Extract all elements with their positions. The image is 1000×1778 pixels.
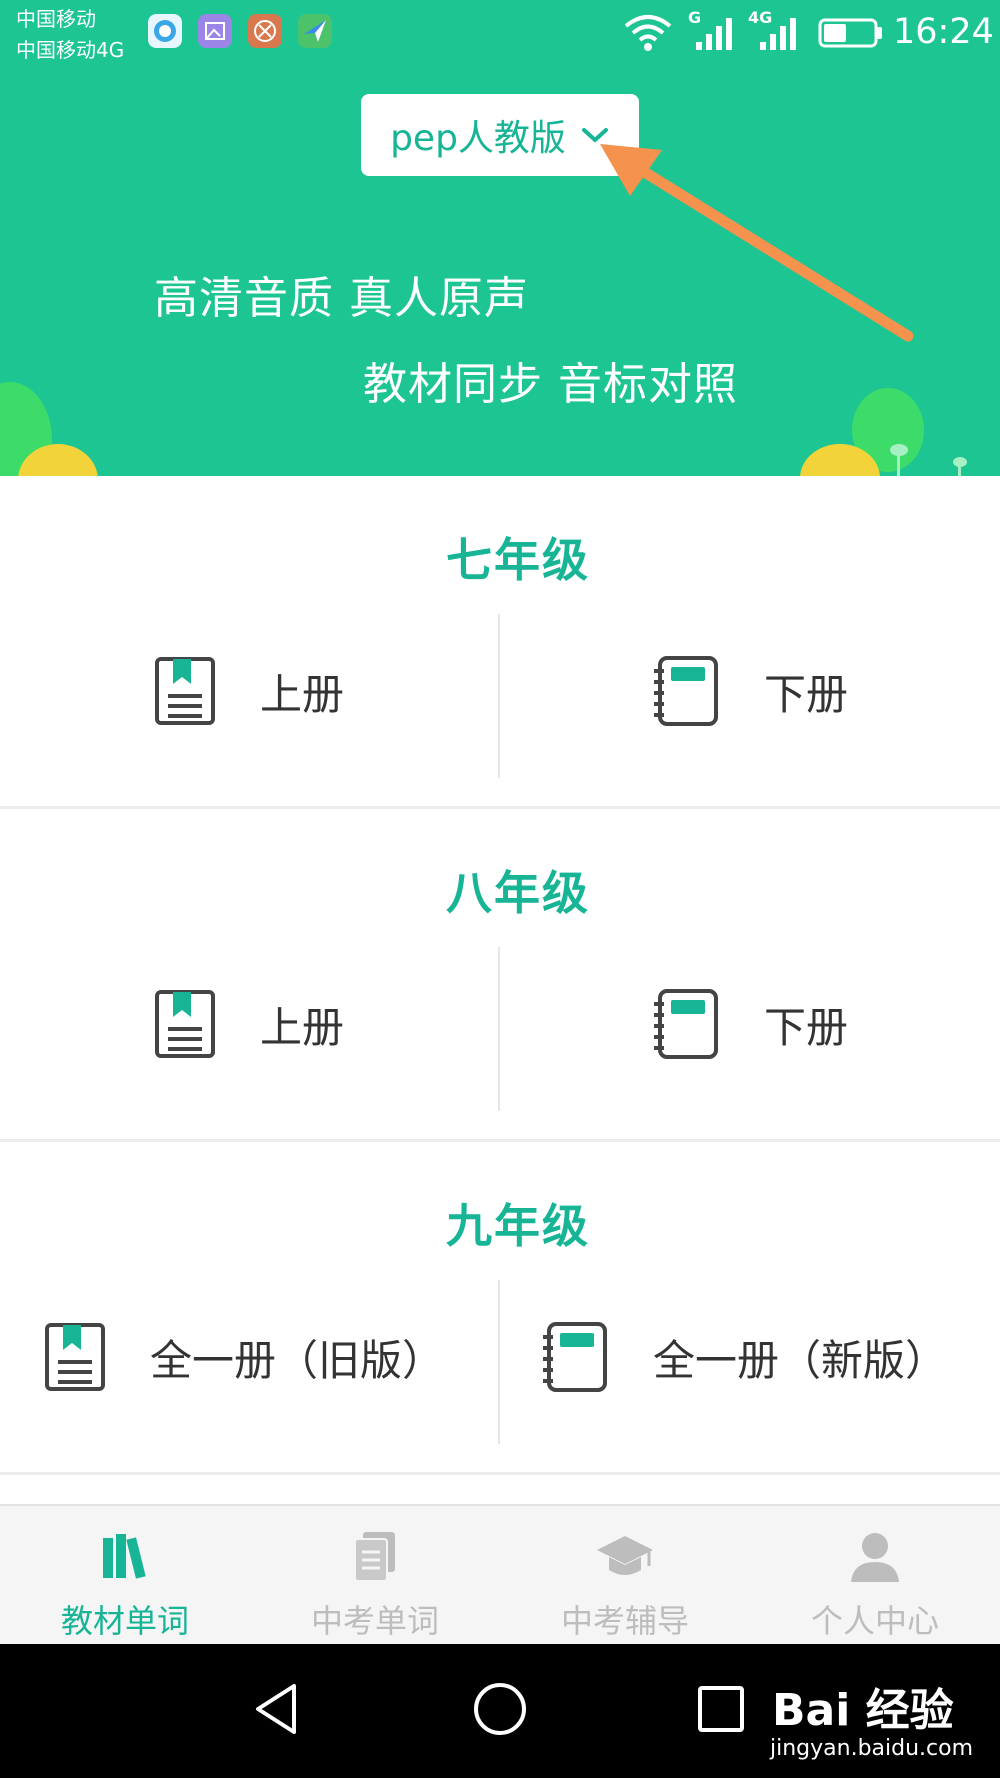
graduation-cap-icon [597, 1536, 653, 1575]
system-navigation-bar: Bai 经验 jingyan.baidu.com [0, 1644, 1000, 1778]
maps-app-icon [298, 14, 332, 48]
clock: 16:24 [893, 12, 994, 52]
grade-title: 八年级 [446, 866, 590, 920]
slogan-line-2: 教材同步 音标对照 [363, 359, 738, 410]
bookmark-book-icon [155, 657, 215, 725]
tools-app-icon [248, 14, 282, 48]
back-icon[interactable] [244, 1674, 314, 1744]
grade-title: 七年级 [446, 533, 590, 587]
carrier-primary: 中国移动 [16, 7, 96, 31]
book-label: 下册 [764, 1002, 849, 1052]
book-volume-1-button[interactable]: 上册 [154, 651, 344, 731]
book-label: 全一册（旧版） [150, 1335, 445, 1385]
carrier-secondary: 中国移动4G [16, 38, 125, 62]
column-divider [498, 614, 500, 778]
book-label: 全一册（新版） [653, 1335, 948, 1385]
tab-label: 个人中心 [810, 1602, 939, 1640]
book-volume-1-button[interactable]: 上册 [154, 984, 344, 1064]
tab-exam-words[interactable]: 中考单词 [250, 1506, 500, 1646]
book-volume-2-button[interactable]: 下册 [652, 984, 848, 1064]
watermark-url: jingyan.baidu.com [770, 1736, 974, 1761]
recent-apps-icon[interactable] [686, 1674, 756, 1744]
browser-app-icon [148, 14, 182, 48]
wifi-icon [624, 15, 672, 51]
tab-label: 中考辅导 [560, 1602, 689, 1640]
book-complete-old-edition-button[interactable]: 全一册（旧版） [44, 1317, 444, 1397]
section-divider [0, 1472, 1000, 1475]
home-icon[interactable] [465, 1674, 535, 1744]
tab-personal-center[interactable]: 个人中心 [750, 1506, 1000, 1646]
bookmark-book-icon [155, 990, 215, 1058]
tab-textbook-words[interactable]: 教材单词 [0, 1506, 250, 1646]
notebook-icon [654, 656, 718, 726]
bottom-tab-bar: 教材单词 中考单词 中考辅导 个人中心 [0, 1504, 1000, 1644]
book-label: 上册 [260, 669, 345, 719]
header-banner: 中国移动 中国移动4G G 4G 16:24 pep人教版 高清音质 真人原声 … [0, 0, 1000, 476]
grade-title: 九年级 [446, 1199, 590, 1253]
notebook-icon [543, 1322, 607, 1392]
column-divider [498, 1280, 500, 1444]
column-divider [498, 947, 500, 1111]
books-icon [103, 1534, 146, 1579]
book-label: 下册 [764, 669, 849, 719]
signal-strength-4g-icon [760, 18, 796, 50]
edition-selector-button[interactable]: pep人教版 [361, 94, 639, 176]
watermark-brand: Bai 经验 [772, 1685, 954, 1736]
book-complete-new-edition-button[interactable]: 全一册（新版） [541, 1317, 947, 1397]
bookmark-book-icon [45, 1323, 105, 1391]
book-label: 上册 [260, 1002, 345, 1052]
slogan-line-1: 高清音质 真人原声 [154, 273, 529, 324]
edition-selector-label: pep人教版 [390, 118, 566, 159]
gallery-app-icon [198, 14, 232, 48]
battery-icon [818, 18, 882, 48]
document-icon [354, 1532, 395, 1582]
tab-label: 中考单词 [310, 1602, 439, 1640]
tab-exam-tutoring[interactable]: 中考辅导 [500, 1506, 750, 1646]
grade-section-8: 八年级 上册 下册 [0, 809, 1000, 1142]
status-bar: 中国移动 中国移动4G G 4G 16:24 [0, 0, 1000, 70]
notebook-icon [654, 989, 718, 1059]
grade-section-7: 七年级 上册 下册 [0, 476, 1000, 809]
tab-label: 教材单词 [60, 1602, 189, 1640]
signal-strength-icon [696, 18, 732, 50]
chevron-down-icon [581, 128, 608, 142]
book-volume-2-button[interactable]: 下册 [652, 651, 848, 731]
grade-section-9: 九年级 全一册（旧版） 全一册（新版） [0, 1142, 1000, 1475]
person-icon [851, 1533, 899, 1582]
